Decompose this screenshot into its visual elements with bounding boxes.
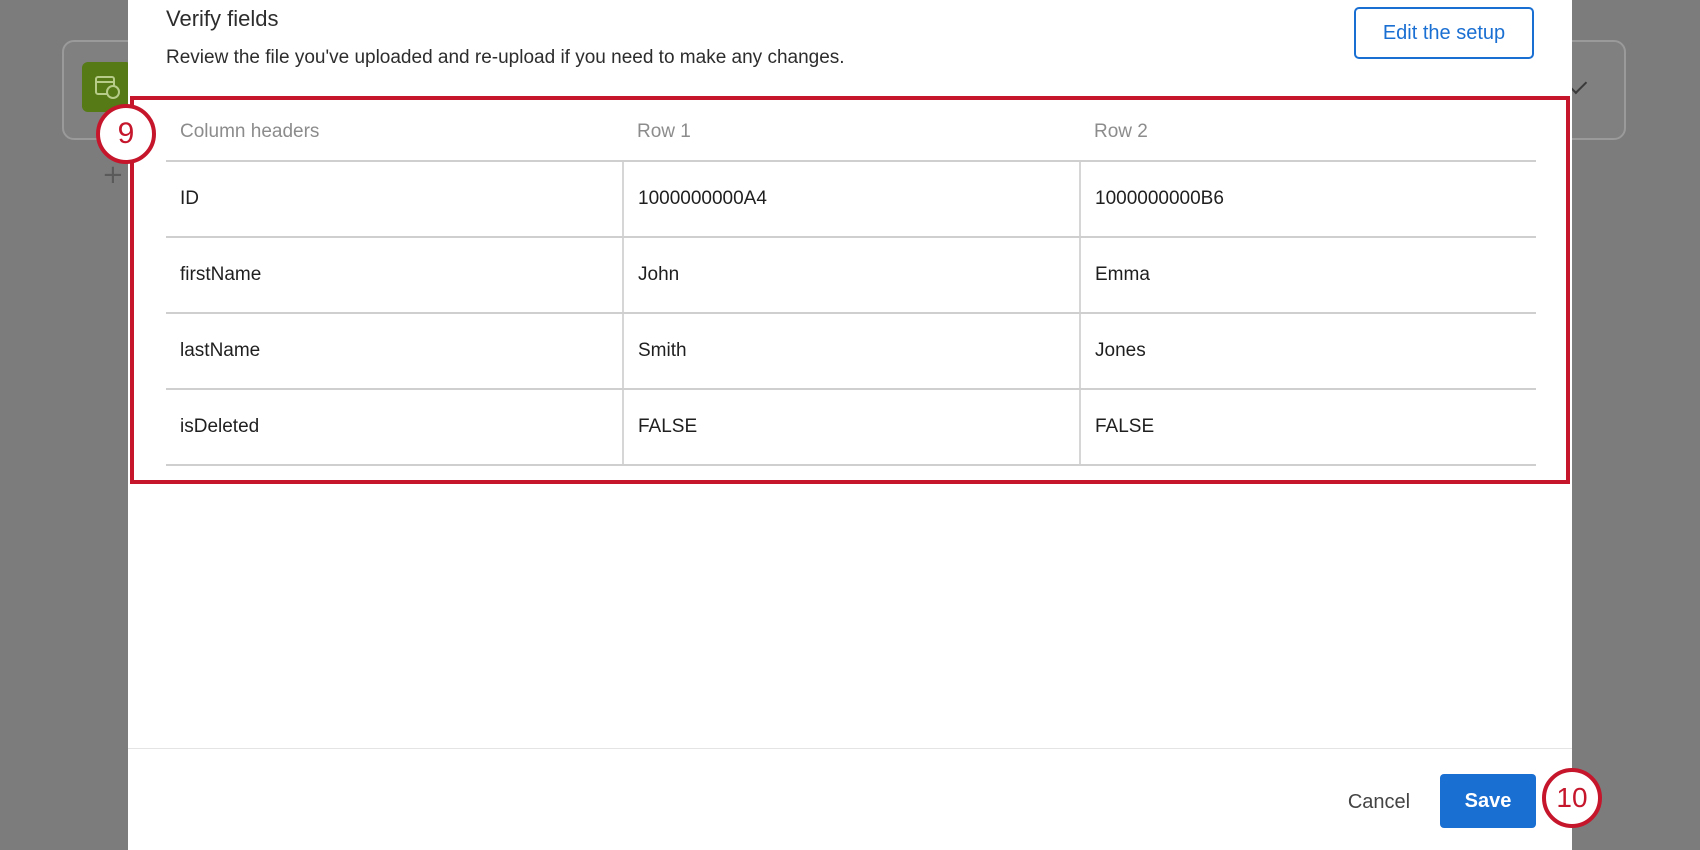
calendar-clock-icon <box>95 76 120 99</box>
table-cell: Emma <box>1079 237 1536 314</box>
footer-divider <box>128 748 1572 749</box>
save-button[interactable]: Save <box>1440 774 1536 828</box>
table-cell: isDeleted <box>166 389 623 466</box>
fields-table: Column headers Row 1 Row 2 ID 1000000000… <box>166 104 1536 466</box>
table-row: isDeleted FALSE FALSE <box>166 389 1536 466</box>
table-cell: firstName <box>166 237 623 314</box>
verify-fields-modal: Verify fields Review the file you've upl… <box>128 0 1572 850</box>
table-cell: FALSE <box>622 389 1080 466</box>
table-cell: 1000000000B6 <box>1079 161 1536 238</box>
fields-table-container: Column headers Row 1 Row 2 ID 1000000000… <box>166 104 1536 466</box>
table-cell: ID <box>166 161 623 238</box>
step-badge-9: 9 <box>96 104 156 164</box>
table-cell: Jones <box>1079 313 1536 390</box>
add-icon: + <box>102 160 124 190</box>
header-row-2: Row 2 <box>1080 104 1536 162</box>
table-cell: 1000000000A4 <box>622 161 1080 238</box>
header-row-1: Row 1 <box>623 104 1080 162</box>
cancel-button[interactable]: Cancel <box>1334 782 1424 822</box>
table-cell: lastName <box>166 313 623 390</box>
header-column-headers: Column headers <box>166 104 623 162</box>
table-row: firstName John Emma <box>166 237 1536 314</box>
table-row: ID 1000000000A4 1000000000B6 <box>166 161 1536 238</box>
table-header-row: Column headers Row 1 Row 2 <box>166 104 1536 162</box>
modal-title: Verify fields <box>166 6 279 31</box>
table-cell: John <box>622 237 1080 314</box>
step-badge-10: 10 <box>1542 768 1602 828</box>
modal-subtitle: Review the file you've uploaded and re-u… <box>166 47 845 68</box>
table-cell: FALSE <box>1079 389 1536 466</box>
table-row: lastName Smith Jones <box>166 313 1536 390</box>
table-cell: Smith <box>622 313 1080 390</box>
edit-setup-button[interactable]: Edit the setup <box>1354 7 1534 59</box>
